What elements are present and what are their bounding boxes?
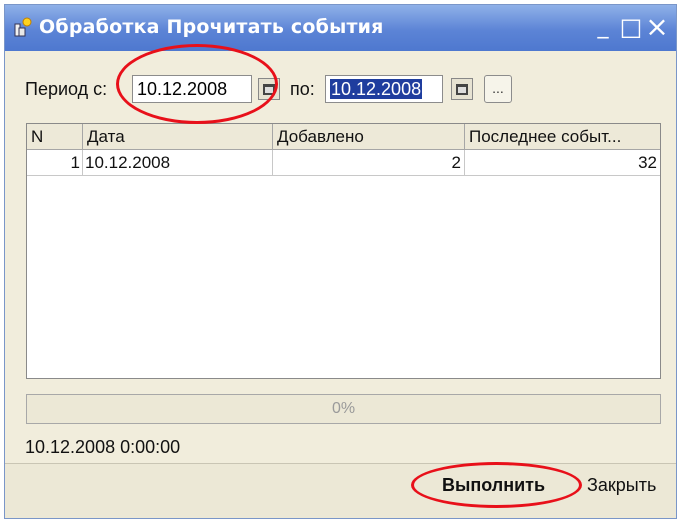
- window-title: Обработка Прочитать события: [39, 16, 384, 38]
- calendar-icon[interactable]: [451, 78, 473, 100]
- period-from-field[interactable]: 10.12.2008: [132, 75, 252, 103]
- table-cell-n[interactable]: 1: [27, 150, 83, 176]
- close-window-button[interactable]: ×: [645, 13, 669, 41]
- period-to-label: по:: [290, 79, 315, 99]
- calendar-icon[interactable]: [258, 78, 280, 100]
- bottom-panel: [5, 463, 676, 518]
- title-bar: Обработка Прочитать события _ □ ×: [5, 5, 676, 51]
- run-button[interactable]: Выполнить: [442, 475, 545, 496]
- table-cell-added[interactable]: 2: [273, 150, 465, 176]
- column-header-n[interactable]: N: [27, 124, 83, 150]
- events-table: N Дата Добавлено Последнее событ... 1 10…: [26, 123, 661, 379]
- dialog-window: Обработка Прочитать события _ □ × Период…: [4, 4, 677, 519]
- column-header-last-event[interactable]: Последнее событ...: [465, 124, 660, 150]
- table-cell-date[interactable]: 10.12.2008: [83, 150, 273, 176]
- app-icon: [11, 17, 33, 39]
- column-header-date[interactable]: Дата: [83, 124, 273, 150]
- close-button[interactable]: Закрыть: [587, 475, 656, 496]
- status-text: 10.12.2008 0:00:00: [25, 437, 181, 457]
- progress-bar: 0%: [26, 394, 661, 424]
- period-from-label: Период с:: [25, 79, 108, 99]
- table-cell-last-event[interactable]: 32: [465, 150, 660, 176]
- period-to-field[interactable]: 10.12.2008: [325, 75, 443, 103]
- select-period-button[interactable]: ...: [484, 75, 512, 103]
- column-header-added[interactable]: Добавлено: [273, 124, 465, 150]
- maximize-button[interactable]: □: [619, 15, 643, 39]
- minimize-button[interactable]: _: [591, 15, 615, 39]
